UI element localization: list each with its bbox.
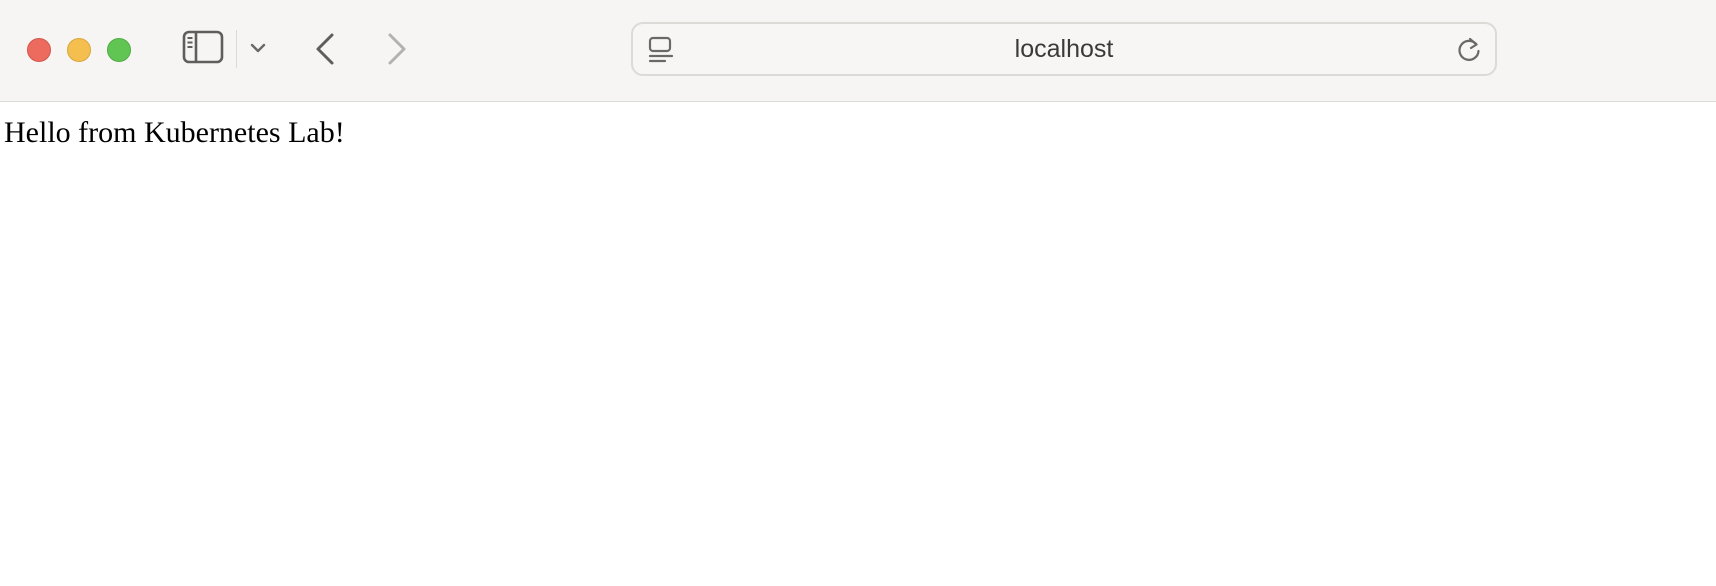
sidebar-toggle-button[interactable] <box>182 30 224 64</box>
maximize-window-button[interactable] <box>107 38 131 62</box>
url-text[interactable]: localhost <box>693 24 1435 74</box>
browser-toolbar: localhost <box>0 0 1716 102</box>
reload-button[interactable] <box>1455 35 1483 65</box>
chevron-right-icon <box>388 33 406 65</box>
chevron-left-icon <box>316 33 334 65</box>
page-menu-icon <box>648 36 674 63</box>
toolbar-divider <box>236 30 237 68</box>
page-body-text: Hello from Kubernetes Lab! <box>4 116 345 149</box>
browser-window: localhost Hello from Kubernetes Lab! <box>0 0 1716 586</box>
close-window-button[interactable] <box>27 38 51 62</box>
chevron-down-icon <box>250 43 266 53</box>
sidebar-icon <box>182 30 224 64</box>
minimize-window-button[interactable] <box>67 38 91 62</box>
page-content: Hello from Kubernetes Lab! <box>0 102 1716 586</box>
address-bar[interactable]: localhost <box>631 22 1497 76</box>
reload-icon <box>1458 37 1480 61</box>
back-button[interactable] <box>310 30 340 68</box>
forward-button[interactable] <box>382 30 412 68</box>
page-menu-button[interactable] <box>647 35 675 65</box>
sidebar-menu-button[interactable] <box>248 38 268 58</box>
